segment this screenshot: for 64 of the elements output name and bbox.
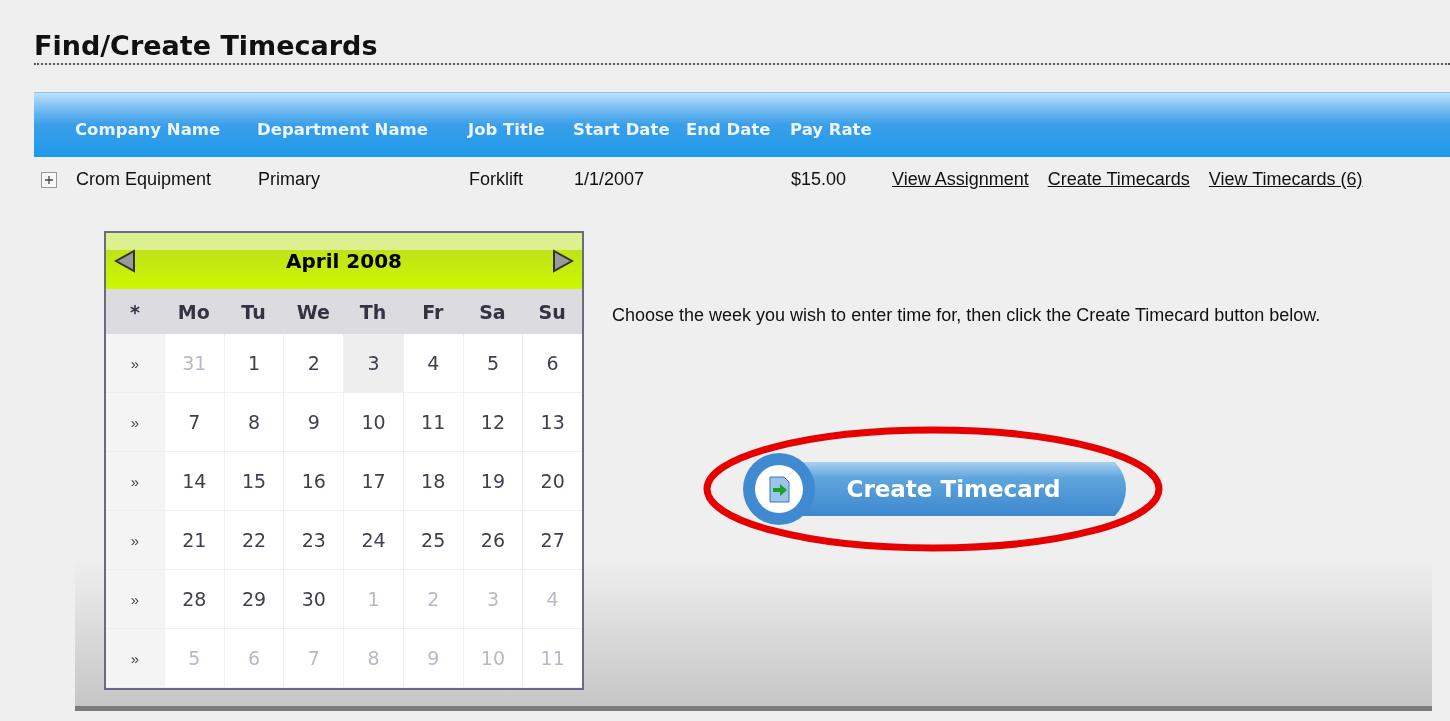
column-header: Company Name [75, 120, 222, 139]
table-cell-text: Primary [258, 169, 321, 190]
calendar-day[interactable]: 9 [283, 393, 344, 452]
week-selector[interactable]: » [106, 570, 164, 629]
calendar-day[interactable]: 26 [462, 511, 523, 570]
calendar-day[interactable]: 17 [343, 452, 403, 511]
page-title: Find/Create Timecards [34, 30, 1450, 65]
calendar-day[interactable]: 22 [223, 511, 284, 570]
week-selector[interactable]: » [106, 334, 164, 393]
calendar-day[interactable]: 10 [343, 393, 403, 452]
next-month-icon[interactable] [552, 249, 574, 273]
calendar-day[interactable]: 30 [283, 570, 344, 629]
calendar-day[interactable]: 20 [522, 452, 582, 511]
calendar-day[interactable]: 18 [402, 452, 463, 511]
calendar-day[interactable]: 27 [522, 511, 582, 570]
week-column-header: * [106, 289, 164, 334]
calendar-day[interactable]: 21 [164, 511, 224, 570]
calendar-day[interactable]: 8 [223, 393, 284, 452]
calendar-day[interactable]: 29 [223, 570, 284, 629]
calendar-day[interactable]: 25 [402, 511, 463, 570]
calendar-day[interactable]: 2 [283, 334, 344, 393]
row-link[interactable]: View Timecards (6) [1208, 169, 1363, 190]
weekday-header: Mo [164, 289, 224, 334]
calendar-day[interactable]: 4 [402, 334, 463, 393]
week-selector[interactable]: » [106, 452, 164, 511]
row-link[interactable]: View Assignment [892, 169, 1029, 190]
column-header: End Date [686, 120, 772, 139]
row-link[interactable]: Create Timecards [1047, 169, 1190, 190]
calendar-day[interactable]: 14 [164, 452, 224, 511]
calendar-day[interactable]: 7 [164, 393, 224, 452]
calendar-month: April 2008 [286, 249, 402, 273]
weekday-header: Tu [223, 289, 284, 334]
calendar-day[interactable]: 15 [223, 452, 284, 511]
calendar-day[interactable]: 16 [283, 452, 344, 511]
weekday-header: We [283, 289, 344, 334]
calendar-day[interactable]: 3 [343, 334, 403, 393]
week-selector[interactable]: » [106, 629, 164, 688]
calendar-day[interactable]: 1 [223, 334, 284, 393]
calendar-day[interactable]: 6 [522, 334, 582, 393]
column-header: Department Name [257, 120, 429, 139]
calendar-day[interactable]: 11 [402, 393, 463, 452]
column-header: Pay Rate [790, 120, 873, 139]
expand-icon[interactable] [41, 171, 57, 188]
table-cell-text: 1/1/2007 [574, 169, 646, 190]
calendar-day[interactable]: 24 [343, 511, 403, 570]
calendar-day[interactable]: 23 [283, 511, 344, 570]
table-cell-text: Forklift [469, 169, 524, 190]
table-cell-text: Crom Equipment [76, 169, 213, 190]
instruction-text: Choose the week you wish to enter time for, then click the Create Timecard button below. [612, 305, 1321, 326]
weekday-header: Fr [402, 289, 463, 334]
table-cell-text: $15.00 [791, 169, 848, 190]
calendar-day[interactable]: 19 [462, 452, 523, 511]
column-header: Start Date [573, 120, 671, 139]
previous-month-icon[interactable] [114, 249, 136, 273]
calendar-day[interactable]: 5 [462, 334, 523, 393]
weekday-header: Sa [462, 289, 523, 334]
calendar-day[interactable]: 12 [462, 393, 523, 452]
week-selector[interactable]: » [106, 393, 164, 452]
column-header: Job Title [468, 120, 546, 139]
weekday-header: Th [343, 289, 403, 334]
week-selector[interactable]: » [106, 511, 164, 570]
calendar-day[interactable]: 13 [522, 393, 582, 452]
weekday-header: Su [522, 289, 582, 334]
calendar-day[interactable]: 28 [164, 570, 224, 629]
